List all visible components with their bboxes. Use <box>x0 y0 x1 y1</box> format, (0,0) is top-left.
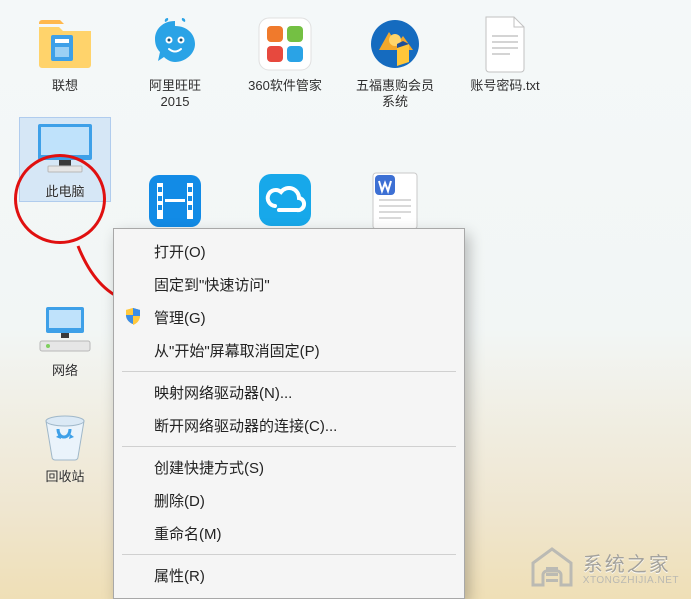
menu-item-disconnect-drive[interactable]: 断开网络驱动器的连接(C)... <box>114 409 464 442</box>
menu-item-delete[interactable]: 删除(D) <box>114 484 464 517</box>
shortcut-lenovo[interactable]: 联想 <box>20 12 110 94</box>
watermark: 系统之家 XTONGZHIJIA.NET <box>529 545 679 589</box>
shortcut-video-app[interactable] <box>130 169 220 233</box>
shortcut-label: 阿里旺旺 2015 <box>149 78 201 111</box>
shortcut-recycle-bin[interactable]: 回收站 <box>20 403 110 485</box>
menu-item-map-drive[interactable]: 映射网络驱动器(N)... <box>114 376 464 409</box>
shortcut-360-software-manager[interactable]: 360软件管家 <box>240 12 330 94</box>
shortcut-label: 联想 <box>52 78 78 94</box>
shortcut-label: 五福惠购会员 系统 <box>356 78 434 111</box>
menu-item-properties[interactable]: 属性(R) <box>114 559 464 592</box>
menu-item-unpin-start[interactable]: 从"开始"屏幕取消固定(P) <box>114 334 464 367</box>
shortcut-this-pc[interactable]: 此电脑 <box>20 118 110 200</box>
wps-doc-icon <box>363 169 427 233</box>
text-file-icon <box>473 12 537 76</box>
cloud-app-icon <box>253 168 317 232</box>
context-menu: 打开(O) 固定到"快速访问" 管理(G) 从"开始"屏幕取消固定(P) 映射网… <box>113 228 465 599</box>
menu-item-open[interactable]: 打开(O) <box>114 235 464 268</box>
shortcut-wps-doc[interactable] <box>350 169 440 233</box>
watermark-url: XTONGZHIJIA.NET <box>583 575 679 586</box>
menu-item-pin-quick-access[interactable]: 固定到"快速访问" <box>114 268 464 301</box>
shortcut-label: 账号密码.txt <box>470 78 539 94</box>
menu-separator <box>122 446 456 447</box>
shortcut-aliwangwang[interactable]: 阿里旺旺 2015 <box>130 12 220 111</box>
shortcut-label: 此电脑 <box>45 184 84 200</box>
network-icon <box>33 297 97 361</box>
watermark-house-icon <box>529 545 575 589</box>
video-app-icon <box>143 169 207 233</box>
shortcut-cloud-app[interactable] <box>240 168 330 232</box>
shield-icon <box>124 307 142 329</box>
menu-item-create-shortcut[interactable]: 创建快捷方式(S) <box>114 451 464 484</box>
shortcut-label: 回收站 <box>45 469 84 485</box>
shortcut-label: 网络 <box>52 363 78 379</box>
menu-item-manage[interactable]: 管理(G) <box>114 301 464 334</box>
wufu-member-icon <box>363 12 427 76</box>
desktop-col-0: 联想 此电脑 <box>20 12 110 485</box>
recycle-bin-icon <box>33 403 97 467</box>
menu-separator <box>122 371 456 372</box>
menu-separator <box>122 554 456 555</box>
watermark-title: 系统之家 <box>583 548 679 577</box>
shortcut-password-txt[interactable]: 账号密码.txt <box>460 12 550 94</box>
shortcut-network[interactable]: 网络 <box>20 297 110 379</box>
menu-item-rename[interactable]: 重命名(M) <box>114 517 464 550</box>
360-software-manager-icon <box>253 12 317 76</box>
this-pc-icon <box>33 118 97 182</box>
menu-item-label: 管理(G) <box>154 310 206 327</box>
watermark-text: 系统之家 XTONGZHIJIA.NET <box>583 548 679 586</box>
shortcut-wufu-member[interactable]: 五福惠购会员 系统 <box>350 12 440 111</box>
desktop-col-4: 账号密码.txt <box>460 12 550 485</box>
shortcut-label: 360软件管家 <box>248 78 322 94</box>
aliwangwang-icon <box>143 12 207 76</box>
folder-icon <box>33 12 97 76</box>
